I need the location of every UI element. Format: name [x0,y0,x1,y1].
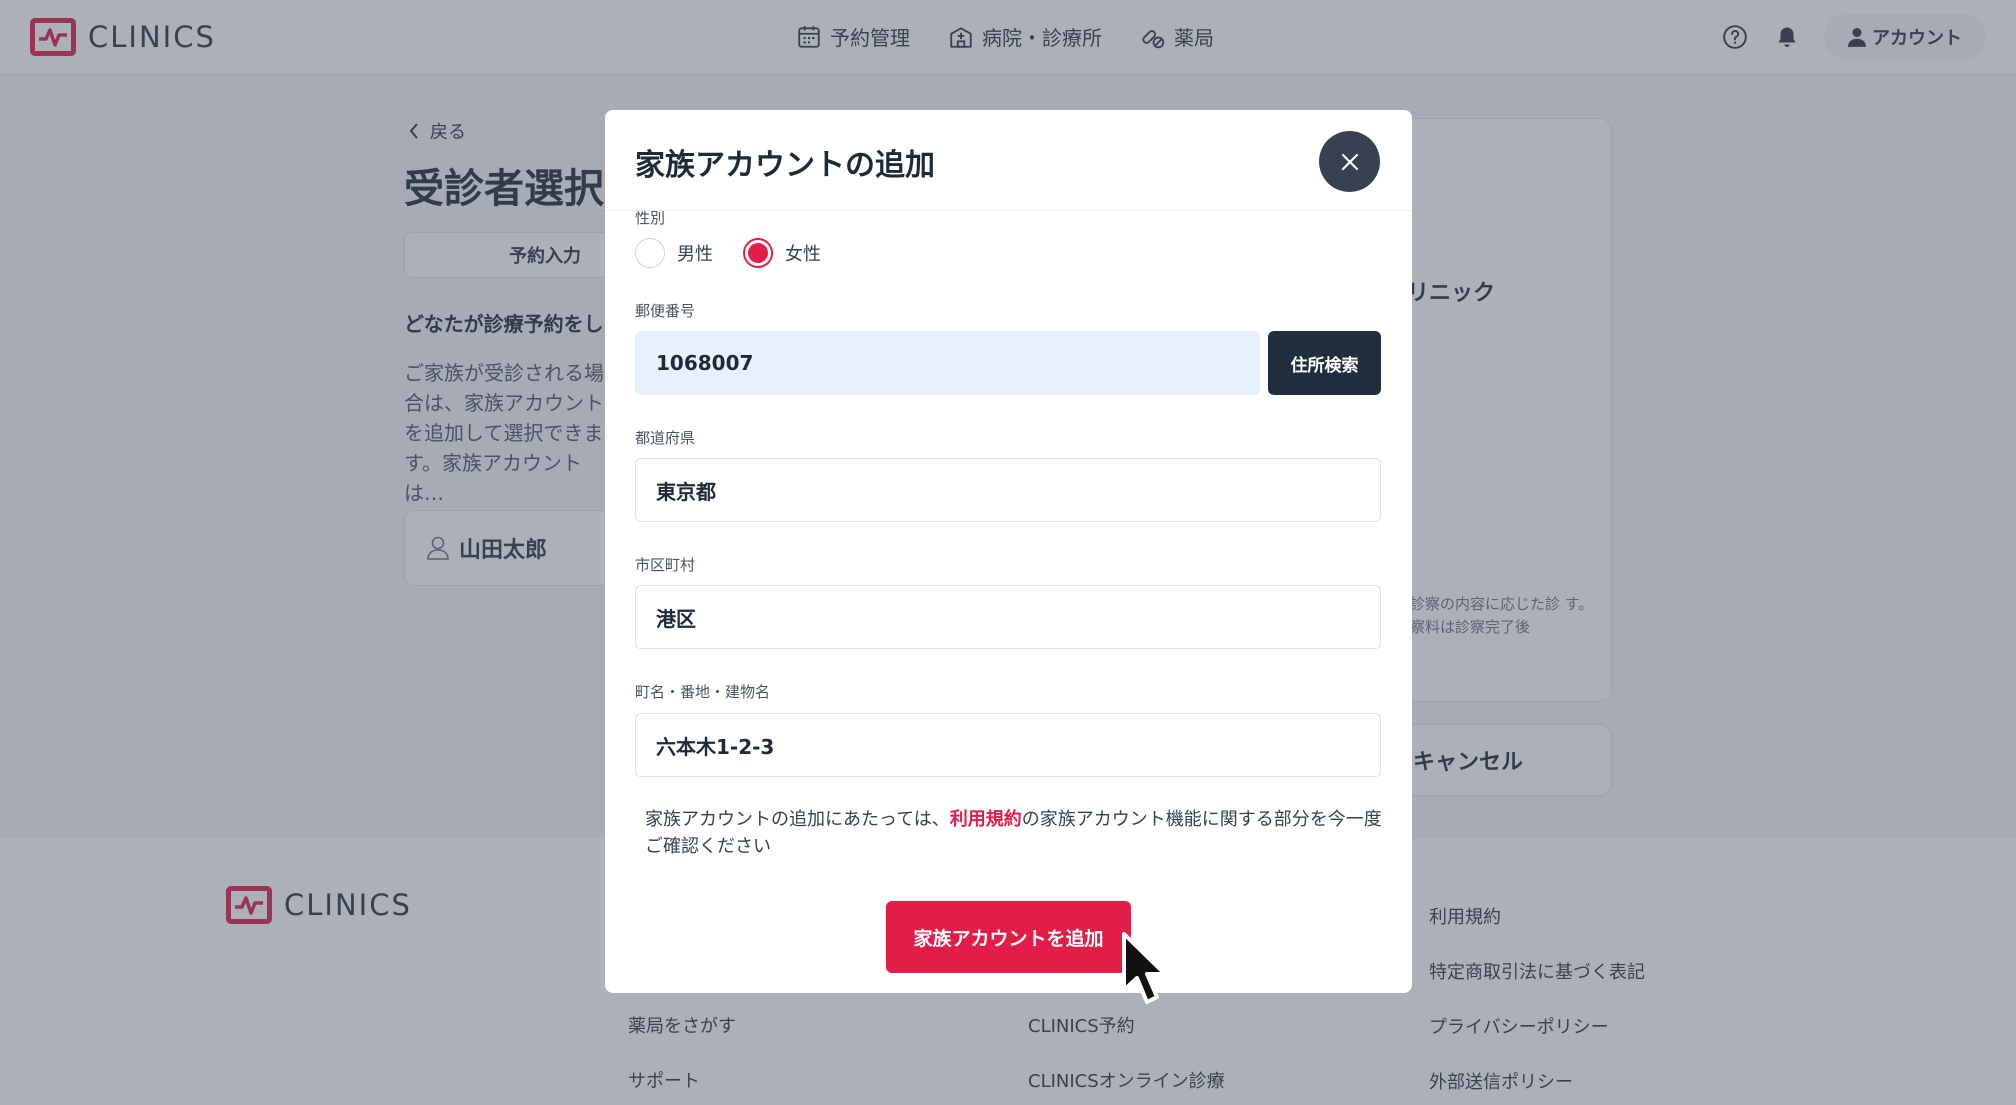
street-input[interactable] [635,713,1381,777]
prefecture-input[interactable] [635,458,1381,522]
city-label: 市区町村 [635,556,696,574]
add-family-modal: 家族アカウントの追加 性別 男性 女性 郵便番号 住所検索 都道府県 市区町村 … [605,110,1412,993]
city-input[interactable] [635,585,1381,649]
gender-female-label[interactable]: 女性 [785,240,821,266]
modal-header: 家族アカウントの追加 [605,110,1412,211]
gender-male-radio[interactable] [635,238,665,268]
gender-female-radio[interactable] [743,238,773,268]
street-label: 町名・番地・建物名 [635,683,771,701]
mouse-cursor-icon [1122,932,1167,1004]
postal-code-input[interactable] [635,331,1260,395]
gender-male-label[interactable]: 男性 [677,240,713,266]
gender-radio-group: 男性 女性 [635,238,851,268]
close-button[interactable] [1319,131,1380,192]
prefecture-label: 都道府県 [635,429,696,447]
postal-code-label: 郵便番号 [635,302,696,320]
close-icon [1341,153,1358,170]
terms-notice: 家族アカウントの追加にあたっては、利用規約の家族アカウント機能に関する部分を今一… [645,806,1385,860]
terms-text-before: 家族アカウントの追加にあたっては、 [645,809,950,830]
add-family-account-button[interactable]: 家族アカウントを追加 [886,901,1131,973]
address-search-button[interactable]: 住所検索 [1268,331,1381,395]
modal-title: 家族アカウントの追加 [635,148,935,183]
terms-link[interactable]: 利用規約 [950,809,1022,830]
